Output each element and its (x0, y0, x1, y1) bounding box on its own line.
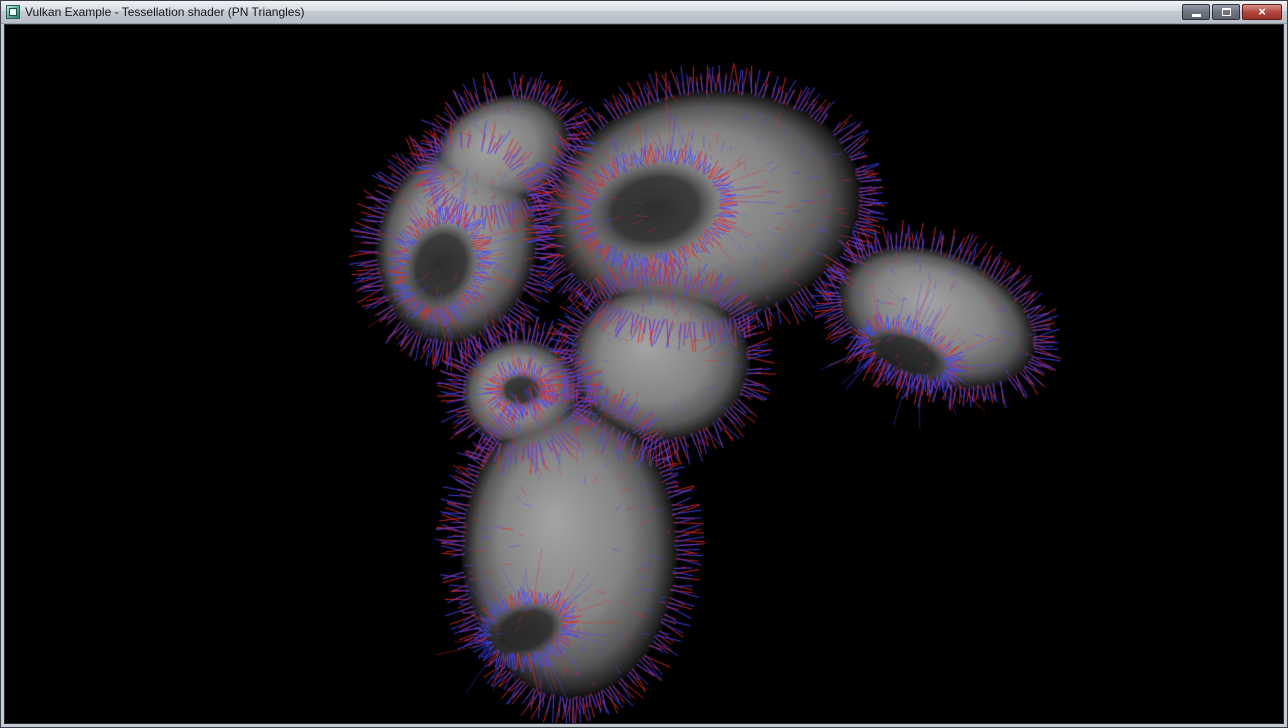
app-window: Vulkan Example - Tessellation shader (PN… (0, 0, 1288, 728)
viewport (4, 24, 1284, 724)
render-canvas[interactable] (5, 25, 1283, 724)
app-icon (6, 5, 20, 19)
minimize-button[interactable] (1182, 4, 1210, 20)
maximize-icon (1222, 8, 1231, 16)
window-title: Vulkan Example - Tessellation shader (PN… (25, 1, 304, 23)
close-icon: × (1258, 5, 1266, 19)
maximize-button[interactable] (1212, 4, 1240, 20)
minimize-icon (1192, 14, 1201, 17)
vulkan-icon (9, 8, 17, 16)
titlebar[interactable]: Vulkan Example - Tessellation shader (PN… (1, 1, 1287, 24)
window-controls: × (1182, 4, 1282, 20)
close-button[interactable]: × (1242, 4, 1282, 20)
